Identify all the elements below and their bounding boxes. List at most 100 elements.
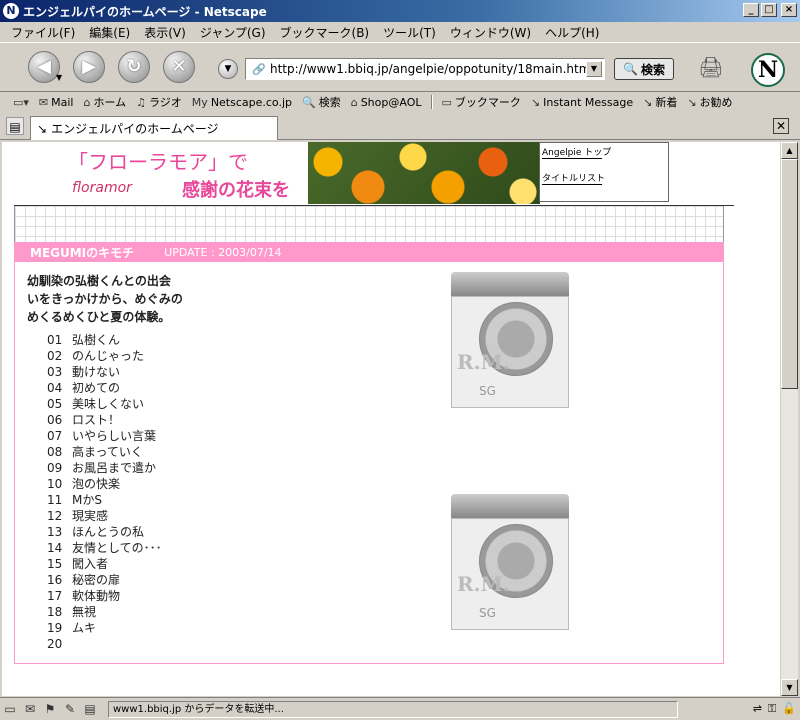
chapter-item[interactable]: 09 お風呂まで遣か	[47, 460, 162, 476]
pt-instant-message[interactable]: ↘ Instant Message	[526, 96, 638, 109]
chapter-title: お風呂まで遣か	[72, 461, 157, 475]
security-icon: ⚿	[767, 702, 777, 715]
chapter-item[interactable]: 02 のんじゃった	[47, 348, 162, 364]
status-bar: ▭ ✉ ⚑ ✎ ▤ www1.bbiq.jp からデータを転送中... ⇌ ⚿ …	[0, 697, 800, 720]
menu-window[interactable]: ウィンドウ(W)	[443, 24, 538, 41]
stop-button[interactable]: ✕	[163, 51, 195, 83]
menu-tools[interactable]: ツール(T)	[376, 24, 443, 41]
maximize-button[interactable]: □	[761, 3, 777, 17]
pt-radio[interactable]: ♫ ラジオ	[131, 94, 187, 110]
tabs-icon: ▭▾	[13, 95, 29, 109]
link-title-list[interactable]: タイトルリスト	[542, 171, 605, 185]
navigator-icon[interactable]: ▭	[0, 702, 20, 716]
chapter-number: 08	[47, 445, 63, 459]
chapter-number: 14	[47, 541, 63, 555]
url-go-button[interactable]: ▼	[218, 59, 238, 79]
pt-search[interactable]: 🔍 検索	[297, 94, 346, 110]
product-image[interactable]: R.M. SG	[451, 494, 569, 634]
aim-icon[interactable]: ⚑	[40, 702, 60, 716]
chapter-item[interactable]: 04 初めての	[47, 380, 162, 396]
menu-bookmarks[interactable]: ブックマーク(B)	[273, 24, 377, 41]
chapter-title: 友情としての･･･	[72, 541, 162, 555]
chapter-number: 04	[47, 381, 63, 395]
close-tab-button[interactable]: ✕	[773, 118, 789, 134]
chapter-item[interactable]: 16 秘密の扉	[47, 572, 162, 588]
chapter-item[interactable]: 08 高まっていく	[47, 444, 162, 460]
menu-help[interactable]: ヘルプ(H)	[538, 24, 606, 41]
chapter-item[interactable]: 20	[47, 636, 162, 652]
forward-button[interactable]: ▶	[73, 51, 105, 83]
reload-button[interactable]: ↻	[118, 51, 150, 83]
link-icon: ↘	[687, 95, 697, 109]
chapter-item[interactable]: 06 ロスト！	[47, 412, 162, 428]
chapter-title: 泡の快楽	[72, 477, 121, 491]
chapter-number: 11	[47, 493, 63, 507]
chapter-item[interactable]: 01 弘樹くん	[47, 332, 162, 348]
search-button[interactable]: 🔍 検索	[614, 58, 674, 80]
status-text: www1.bbiq.jp からデータを転送中...	[108, 700, 678, 718]
tab-list-icon[interactable]: ▤	[6, 117, 24, 135]
pt-shop[interactable]: ⌂ Shop@AOL	[346, 96, 427, 109]
scroll-down-button[interactable]: ▼	[781, 679, 798, 696]
chapter-item[interactable]: 07 いやらしい言葉	[47, 428, 162, 444]
window-title-bar[interactable]: N エンジェルパイのホームページ - Netscape _ □ ×	[0, 0, 800, 22]
pt-netscape[interactable]: My Netscape.co.jp	[187, 96, 297, 109]
tab-menu-toggle[interactable]: ▭▾	[8, 96, 34, 109]
chapter-title: MかS	[72, 493, 102, 507]
chapter-item[interactable]: 10 泡の快楽	[47, 476, 162, 492]
chapter-title: 美味しくない	[72, 397, 145, 411]
chapter-item[interactable]: 05 美味しくない	[47, 396, 162, 412]
chevron-down-icon: ▼	[224, 64, 232, 74]
chapter-item[interactable]: 15 闖入者	[47, 556, 162, 572]
pt-recommend[interactable]: ↘ お勧め	[682, 94, 737, 110]
print-button[interactable]: 🖨	[696, 55, 726, 81]
pt-home[interactable]: ⌂ ホーム	[78, 94, 131, 110]
chapter-title: 初めての	[72, 381, 121, 395]
chapter-item[interactable]: 18 無視	[47, 604, 162, 620]
scroll-up-button[interactable]: ▲	[781, 142, 798, 159]
chapter-title: ほんとうの私	[72, 525, 145, 539]
composer-icon[interactable]: ✎	[60, 702, 80, 716]
menu-edit[interactable]: 編集(E)	[82, 24, 137, 41]
chapter-number: 15	[47, 557, 63, 571]
chapter-number: 05	[47, 397, 63, 411]
chapter-item[interactable]: 17 軟体動物	[47, 588, 162, 604]
chapter-title: 動けない	[72, 365, 121, 379]
menu-file[interactable]: ファイル(F)	[4, 24, 82, 41]
pt-bookmarks[interactable]: ▭ ブックマーク	[437, 94, 526, 110]
back-dropdown-icon[interactable]: ▼	[56, 73, 66, 82]
pt-mail[interactable]: ✉ Mail	[34, 96, 79, 109]
chapter-item[interactable]: 19 ムキ	[47, 620, 162, 636]
chapter-item[interactable]: 14 友情としての･･･	[47, 540, 162, 556]
close-button[interactable]: ×	[781, 3, 797, 17]
printer-icon: 🖨	[698, 55, 724, 79]
floramor-banner[interactable]: 「フローラモア」で floramor 感謝の花束を	[60, 142, 540, 204]
radio-icon: ♫	[136, 95, 147, 109]
chapter-item[interactable]: 12 現実感	[47, 508, 162, 524]
chapter-item[interactable]: 03 動けない	[47, 364, 162, 380]
product-sublabel: SG	[479, 384, 496, 398]
minimize-button[interactable]: _	[743, 3, 759, 17]
pt-recommend-label: お勧め	[699, 96, 733, 109]
url-input[interactable]	[270, 62, 586, 76]
netscape-logo-icon[interactable]: N	[751, 53, 785, 87]
chapter-title: 弘樹くん	[72, 333, 121, 347]
chapter-item[interactable]: 13 ほんとうの私	[47, 524, 162, 540]
tab-current[interactable]: ↘ エンジェルパイのホームページ	[30, 116, 278, 140]
mail-icon[interactable]: ✉	[20, 702, 40, 716]
home-icon: ⌂	[83, 95, 91, 109]
chapter-item[interactable]: 11 MかS	[47, 492, 162, 508]
url-history-dropdown[interactable]: ▼	[586, 61, 602, 77]
vertical-scrollbar[interactable]: ▲ ▼	[781, 142, 798, 696]
window-controls: _ □ ×	[743, 3, 797, 17]
scroll-thumb[interactable]	[781, 159, 798, 389]
pt-search-label: 検索	[318, 96, 341, 109]
pt-new[interactable]: ↘ 新着	[638, 94, 682, 110]
link-angelpie-top[interactable]: Angelpie トップ	[542, 145, 611, 159]
product-image[interactable]: R.M. SG	[451, 272, 569, 412]
menu-view[interactable]: 表示(V)	[137, 24, 193, 41]
chapter-title: 秘密の扉	[72, 573, 121, 587]
address-book-icon[interactable]: ▤	[80, 702, 100, 716]
menu-go[interactable]: ジャンプ(G)	[193, 24, 273, 41]
url-bar[interactable]: 🔗 ▼	[245, 58, 605, 80]
